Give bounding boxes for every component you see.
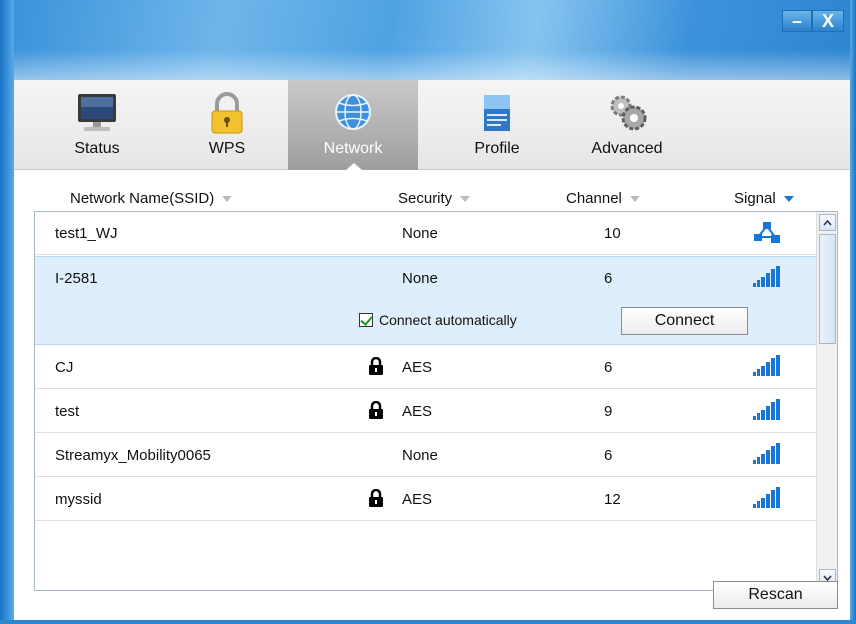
column-header-label: Network Name(SSID) [70, 190, 215, 207]
network-row[interactable]: Streamyx_Mobility0065 None 6 [35, 434, 817, 477]
column-header-signal[interactable]: Signal [734, 190, 794, 207]
network-row[interactable]: test AES 9 [35, 390, 817, 433]
auto-connect-checkbox[interactable] [359, 313, 373, 327]
tab-wps[interactable]: WPS [162, 80, 292, 170]
network-ssid: CJ [55, 359, 74, 376]
tab-label: Status [74, 140, 120, 157]
adhoc-network-icon [753, 221, 781, 245]
globe-icon [328, 92, 378, 136]
window-controls: – X [782, 10, 844, 32]
title-bar[interactable]: – X [14, 0, 850, 80]
main-toolbar: Status WPS Network Profile Advanced [14, 80, 850, 170]
list-scrollbar[interactable] [816, 212, 837, 590]
rescan-button[interactable]: Rescan [713, 581, 838, 609]
window-frame-bottom [0, 620, 856, 624]
signal-bars-icon [753, 399, 781, 421]
tab-label: Advanced [591, 140, 663, 157]
tab-status[interactable]: Status [32, 80, 162, 170]
minimize-button[interactable]: – [782, 10, 812, 32]
network-ssid: test1_WJ [55, 225, 118, 242]
network-row[interactable]: CJ AES 6 [35, 346, 817, 389]
tab-advanced[interactable]: Advanced [562, 80, 692, 170]
window-frame-left [0, 0, 14, 624]
network-security: None [402, 270, 438, 287]
connect-button[interactable]: Connect [621, 307, 748, 335]
tab-profile[interactable]: Profile [432, 80, 562, 170]
network-channel: 6 [604, 270, 613, 287]
chevron-down-icon [823, 574, 832, 581]
column-header-label: Security [398, 190, 453, 207]
lock-icon [368, 401, 384, 419]
column-header-label: Channel [566, 190, 622, 207]
app-window: – X Status WPS Network Profile Advanced … [0, 0, 856, 624]
tab-label: Profile [474, 140, 520, 157]
network-row[interactable]: test1_WJ None 10 [35, 212, 817, 255]
scroll-up-button[interactable] [819, 214, 836, 231]
network-security: AES [402, 403, 433, 420]
signal-bars-icon [753, 487, 781, 509]
gears-icon [602, 92, 652, 136]
network-ssid: Streamyx_Mobility0065 [55, 447, 211, 464]
network-ssid: I-2581 [55, 270, 98, 287]
network-security: None [402, 447, 438, 464]
network-channel: 6 [604, 447, 613, 464]
network-channel: 6 [604, 359, 613, 376]
tab-network[interactable]: Network [288, 80, 418, 170]
scroll-thumb[interactable] [819, 234, 836, 344]
chevron-up-icon [823, 219, 832, 226]
auto-connect-option[interactable]: Connect automatically [359, 312, 517, 328]
signal-bars-icon [753, 355, 781, 377]
tab-label: Network [323, 140, 383, 157]
network-security: None [402, 225, 438, 242]
tab-label: WPS [208, 140, 246, 157]
document-icon [472, 92, 522, 136]
network-list[interactable]: test1_WJ None 10 I-2581 None 6 Connect a… [34, 211, 838, 591]
monitor-icon [72, 92, 122, 136]
signal-bars-icon [753, 266, 781, 288]
close-button[interactable]: X [812, 10, 844, 32]
window-frame-right [850, 0, 856, 624]
padlock-icon [202, 92, 252, 136]
sort-caret-icon [783, 195, 794, 202]
network-channel: 10 [604, 225, 621, 242]
sort-caret-icon [460, 195, 471, 202]
column-header-label: Signal [734, 190, 776, 207]
network-channel: 12 [604, 491, 621, 508]
signal-bars-icon [753, 443, 781, 465]
column-header-ssid[interactable]: Network Name(SSID) [70, 190, 233, 207]
network-ssid: myssid [55, 491, 102, 508]
column-header-channel[interactable]: Channel [566, 190, 640, 207]
network-row-selected[interactable]: I-2581 None 6 Connect automatically Conn… [35, 256, 817, 345]
sort-caret-icon [222, 195, 233, 202]
network-ssid: test [55, 403, 80, 420]
lock-icon [368, 357, 384, 375]
column-header-security[interactable]: Security [398, 190, 471, 207]
auto-connect-label: Connect automatically [379, 312, 517, 328]
network-row[interactable]: myssid AES 12 [35, 478, 817, 521]
sort-caret-icon [629, 195, 640, 202]
network-security: AES [402, 491, 433, 508]
network-channel: 9 [604, 403, 613, 420]
lock-icon [368, 489, 384, 507]
network-security: AES [402, 359, 433, 376]
